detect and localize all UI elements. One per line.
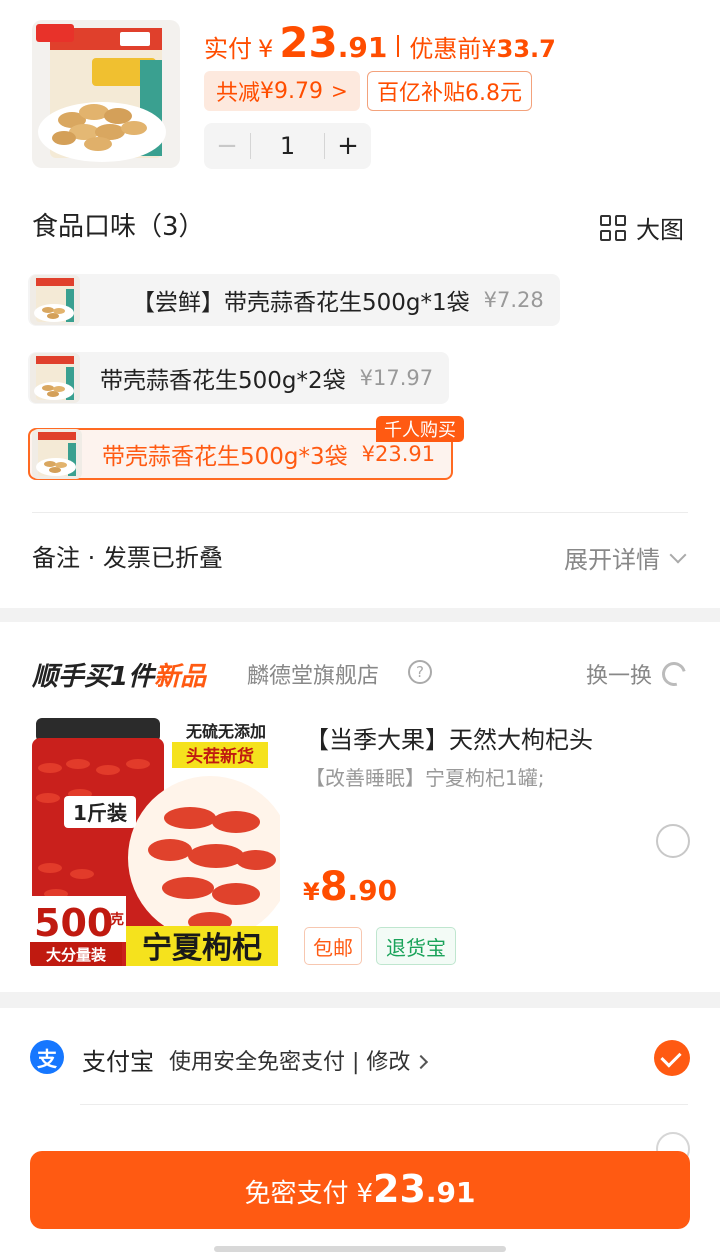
quantity-stepper: − 1 + xyxy=(204,123,371,169)
option-name: 【尝鲜】带壳蒜香花生500g*1袋 xyxy=(132,290,470,316)
return-insurance-tag: 退货宝 xyxy=(376,927,456,965)
chevron-down-icon xyxy=(669,546,687,563)
addon-price-dec: .90 xyxy=(347,874,398,907)
discount-value: ¥9.79 xyxy=(260,78,323,104)
checkmark-icon[interactable] xyxy=(654,1040,690,1076)
view-big-label: 大图 xyxy=(636,216,684,244)
view-big-button[interactable]: 大图 xyxy=(600,210,684,245)
option-thumbnail xyxy=(30,353,80,403)
pay-button-label: 免密支付 xyxy=(244,1179,349,1209)
expand-details-button[interactable]: 展开详情 xyxy=(564,540,687,575)
increase-button[interactable]: + xyxy=(325,131,371,161)
product-thumbnail xyxy=(32,20,180,168)
option-name: 带壳蒜香花生500g*2袋 xyxy=(100,368,346,394)
image-text-name: 宁夏枸杞 xyxy=(142,931,262,966)
addon-title-main: 顺手买1件 xyxy=(32,662,155,692)
discount-label: 共减 xyxy=(216,81,261,106)
subsidy-badge: 百亿补贴6.8元 xyxy=(367,71,532,111)
decrease-button[interactable]: − xyxy=(204,131,250,161)
swap-label: 换一换 xyxy=(585,664,652,689)
payment-desc-text: 使用安全免密支付 | 修改 xyxy=(169,1050,411,1075)
help-icon[interactable]: ? xyxy=(408,660,432,684)
option-price: ¥23.91 xyxy=(361,442,436,466)
pay-button-dec: .91 xyxy=(425,1176,476,1209)
pay-label: 实付 xyxy=(204,35,252,63)
pay-button-yen: ¥ xyxy=(356,1179,374,1209)
pay-button[interactable]: 免密支付 ¥ 23 .91 xyxy=(30,1151,690,1229)
image-text-top2: 头茬新货 xyxy=(186,746,254,767)
addon-card: 顺手买1件新品 麟德堂旗舰店 ? 换一换 无硫无添加 头茬新货 1斤装 500 … xyxy=(0,622,720,992)
remark-label: 备注 · 发票已折叠 xyxy=(32,544,223,572)
addon-title: 顺手买1件新品 xyxy=(32,656,206,693)
addon-product-image[interactable]: 无硫无添加 头茬新货 1斤装 500 克 大分量装 宁夏枸杞 xyxy=(30,718,280,968)
alipay-icon: 支 xyxy=(30,1040,64,1074)
pay-price: 实付 ¥ 23 .91 优惠前 ¥ 33.7 xyxy=(204,18,556,74)
flavor-option-2[interactable]: 带壳蒜香花生500g*2袋 ¥17.97 xyxy=(28,352,450,404)
image-text-big: 500 xyxy=(34,901,113,945)
option-thumbnail xyxy=(30,275,80,325)
option-price: ¥17.97 xyxy=(359,366,434,390)
grid-icon xyxy=(600,214,626,241)
price-separator xyxy=(397,35,400,57)
refresh-icon xyxy=(657,657,691,691)
option-thumbnail xyxy=(32,429,82,479)
payment-desc[interactable]: 使用安全免密支付 | 修改 xyxy=(169,1044,429,1076)
home-indicator xyxy=(214,1246,506,1252)
pay-price-int: 23 xyxy=(279,18,338,67)
option-name: 带壳蒜香花生500g*3袋 xyxy=(102,444,348,470)
pay-button-int: 23 xyxy=(373,1167,426,1211)
shop-name[interactable]: 麟德堂旗舰店 xyxy=(247,658,379,690)
image-text-weight: 1斤装 xyxy=(73,801,127,825)
addon-select-radio[interactable] xyxy=(656,824,690,858)
flavor-title: 食品口味（3） xyxy=(32,212,205,242)
option-price: ¥7.28 xyxy=(483,288,544,312)
addon-item-subtitle: 【改善睡眠】宁夏枸杞1罐; xyxy=(305,766,545,790)
pay-currency: ¥ xyxy=(258,35,274,63)
orig-currency: ¥ xyxy=(481,35,497,63)
flavor-option-1[interactable]: 【尝鲜】带壳蒜香花生500g*1袋 ¥7.28 xyxy=(28,274,560,326)
chevron-right-icon xyxy=(414,1054,429,1070)
quantity-value[interactable]: 1 xyxy=(251,132,324,160)
orig-price: 33.7 xyxy=(496,35,556,63)
orig-label: 优惠前 xyxy=(409,35,482,63)
divider xyxy=(32,512,688,513)
swap-button[interactable]: 换一换 xyxy=(585,657,691,691)
addon-price: ¥ 8 .90 xyxy=(303,864,397,910)
addon-price-int: 8 xyxy=(319,864,348,910)
addon-item-title[interactable]: 【当季大果】天然大枸杞头 xyxy=(305,720,593,755)
expand-label: 展开详情 xyxy=(564,546,660,574)
pay-price-dec: .91 xyxy=(337,31,388,64)
addon-price-yen: ¥ xyxy=(303,878,320,906)
addon-title-new: 新品 xyxy=(154,662,207,692)
hot-tag: 千人购买 xyxy=(376,416,464,442)
image-text-top1: 无硫无添加 xyxy=(185,722,266,741)
image-text-bulk: 大分量装 xyxy=(46,946,107,964)
discount-chip[interactable]: 共减 ¥9.79 > xyxy=(204,71,360,111)
image-text-unit: 克 xyxy=(110,911,124,928)
chevron-right-icon: > xyxy=(331,79,348,103)
payment-method: 支付宝 xyxy=(82,1048,154,1076)
free-shipping-tag: 包邮 xyxy=(304,927,362,965)
divider xyxy=(80,1104,688,1105)
order-sheet: 实付 ¥ 23 .91 优惠前 ¥ 33.7 共减 ¥9.79 > 百亿补贴6.… xyxy=(0,0,720,608)
